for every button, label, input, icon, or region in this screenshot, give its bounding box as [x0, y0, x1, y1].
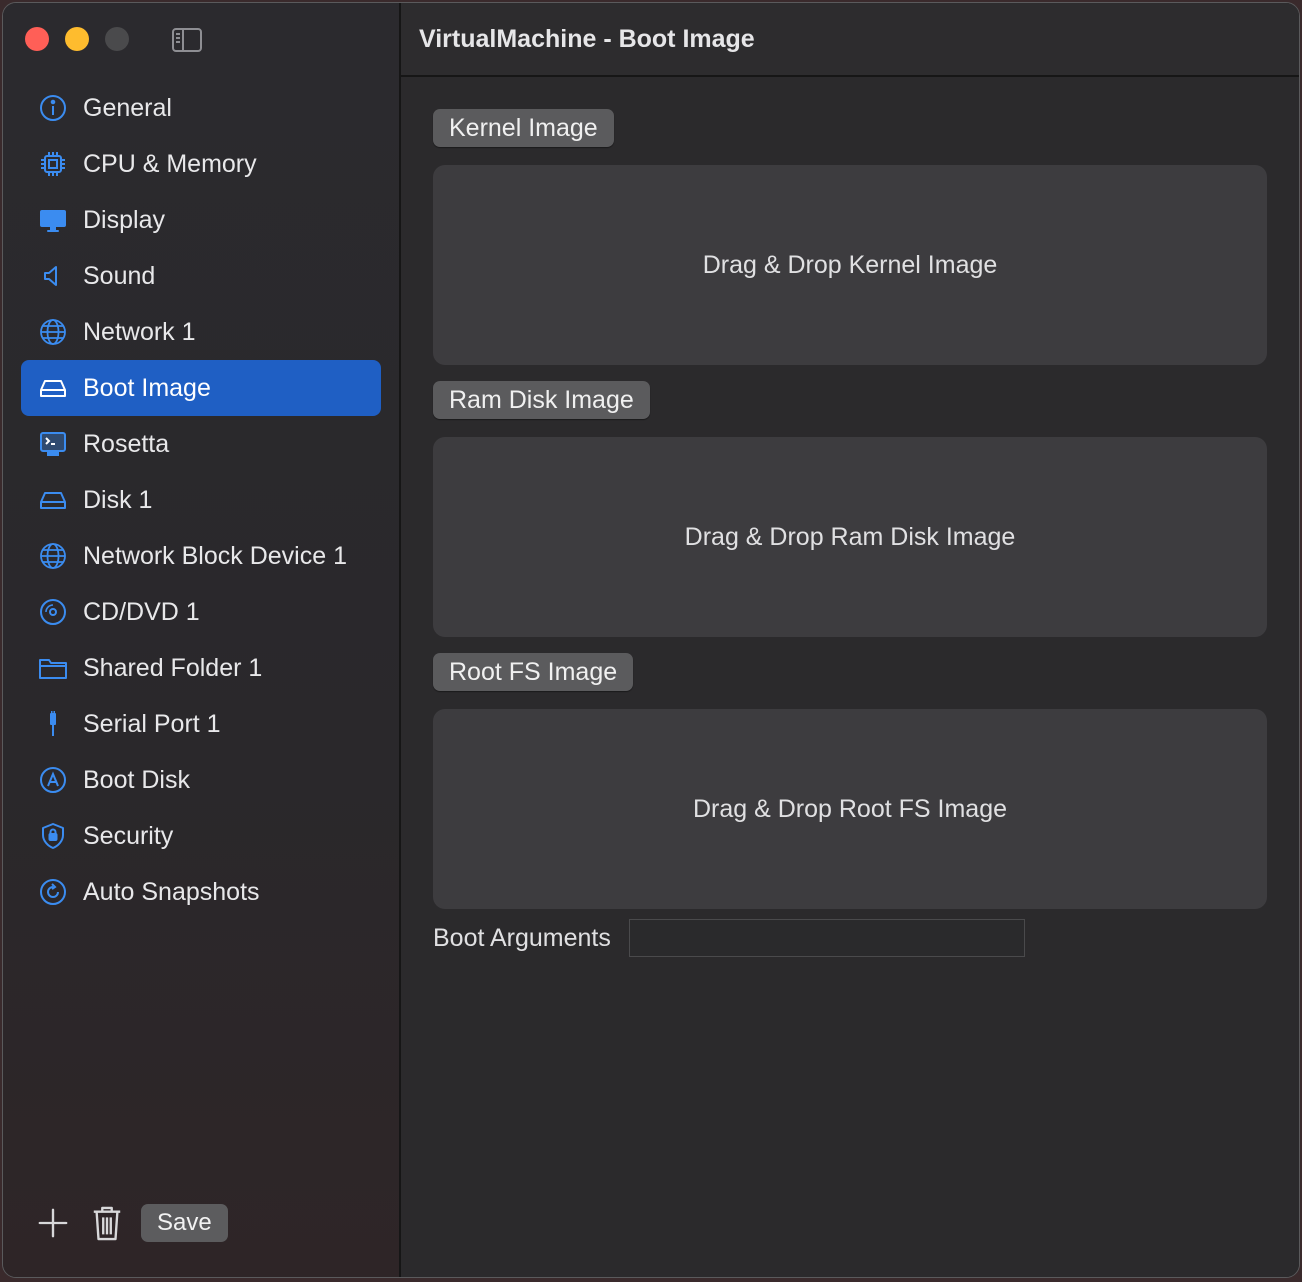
- boot-disk-icon: [37, 764, 69, 796]
- shield-icon: [37, 820, 69, 852]
- sidebar-item-label: Network Block Device 1: [83, 541, 347, 570]
- snapshot-icon: [37, 876, 69, 908]
- boot-image-content: Kernel Image Drag & Drop Kernel Image Ra…: [433, 109, 1267, 957]
- display-icon: [37, 204, 69, 236]
- sidebar-item-label: Rosetta: [83, 429, 170, 458]
- root-fs-image-button[interactable]: Root FS Image: [433, 653, 634, 691]
- sidebar-item-label: General: [83, 93, 172, 122]
- boot-arguments-input[interactable]: [628, 919, 1025, 957]
- sidebar-item-serial-port-1[interactable]: Serial Port 1: [21, 696, 381, 752]
- dropzone-text: Drag & Drop Ram Disk Image: [684, 522, 1016, 551]
- window-title: VirtualMachine - Boot Image: [419, 24, 755, 53]
- sidebar-item-label: Display: [83, 205, 165, 234]
- main-panel: VirtualMachine - Boot Image Kernel Image…: [401, 3, 1299, 1277]
- drive-icon: [37, 484, 69, 516]
- save-button[interactable]: Save: [141, 1204, 228, 1242]
- ram-disk-image-dropzone[interactable]: Drag & Drop Ram Disk Image: [433, 437, 1267, 637]
- ram-disk-image-section: Ram Disk Image Drag & Drop Ram Disk Imag…: [433, 381, 1267, 637]
- dropzone-text: Drag & Drop Kernel Image: [702, 250, 998, 279]
- sidebar-item-display[interactable]: Display: [21, 192, 381, 248]
- sidebar-item-network-block-device-1[interactable]: Network Block Device 1: [21, 528, 381, 584]
- sidebar-item-label: Auto Snapshots: [83, 877, 260, 906]
- sidebar-item-label: Disk 1: [83, 485, 153, 514]
- globe-icon: [37, 316, 69, 348]
- sidebar-item-label: Security: [83, 821, 174, 850]
- close-window-button[interactable]: [25, 27, 49, 51]
- kernel-image-section: Kernel Image Drag & Drop Kernel Image: [433, 109, 1267, 365]
- sidebar-item-sound[interactable]: Sound: [21, 248, 381, 304]
- sidebar-item-label: Serial Port 1: [83, 709, 221, 738]
- terminal-display-icon: [37, 428, 69, 460]
- zoom-window-button[interactable]: [105, 27, 129, 51]
- globe-icon: [37, 540, 69, 572]
- kernel-image-dropzone[interactable]: Drag & Drop Kernel Image: [433, 165, 1267, 365]
- boot-arguments-label: Boot Arguments: [433, 923, 611, 952]
- sidebar-item-security[interactable]: Security: [21, 808, 381, 864]
- sidebar-item-shared-folder-1[interactable]: Shared Folder 1: [21, 640, 381, 696]
- dropzone-text: Drag & Drop Root FS Image: [692, 794, 1007, 823]
- kernel-image-button[interactable]: Kernel Image: [433, 109, 614, 147]
- sidebar-item-boot-image[interactable]: Boot Image: [21, 360, 381, 416]
- sidebar-item-label: Boot Disk: [83, 765, 190, 794]
- sidebar-item-boot-disk[interactable]: Boot Disk: [21, 752, 381, 808]
- sidebar-item-label: CD/DVD 1: [83, 597, 200, 626]
- sidebar-toggle-icon[interactable]: [171, 27, 203, 53]
- minimize-window-button[interactable]: [65, 27, 89, 51]
- app-window: General CPU & Memory Display Sound Netwo…: [2, 2, 1300, 1278]
- sidebar-item-network-1[interactable]: Network 1: [21, 304, 381, 360]
- ram-disk-image-button[interactable]: Ram Disk Image: [433, 381, 650, 419]
- disc-icon: [37, 596, 69, 628]
- root-fs-image-dropzone[interactable]: Drag & Drop Root FS Image: [433, 709, 1267, 909]
- sidebar-item-cd-dvd-1[interactable]: CD/DVD 1: [21, 584, 381, 640]
- boot-arguments-row: Boot Arguments: [433, 919, 1267, 957]
- sidebar-item-cpu-memory[interactable]: CPU & Memory: [21, 136, 381, 192]
- sidebar-nav: General CPU & Memory Display Sound Netwo…: [21, 80, 381, 920]
- sidebar-item-general[interactable]: General: [21, 80, 381, 136]
- drive-icon: [37, 372, 69, 404]
- sidebar-item-label: Shared Folder 1: [83, 653, 263, 682]
- sidebar-item-rosetta[interactable]: Rosetta: [21, 416, 381, 472]
- sidebar-item-label: CPU & Memory: [83, 149, 257, 178]
- cpu-icon: [37, 148, 69, 180]
- info-icon: [37, 92, 69, 124]
- plus-icon[interactable]: [33, 1201, 73, 1245]
- root-fs-image-section: Root FS Image Drag & Drop Root FS Image: [433, 653, 1267, 909]
- sidebar-item-disk-1[interactable]: Disk 1: [21, 472, 381, 528]
- sidebar-item-label: Sound: [83, 261, 156, 290]
- sidebar-item-label: Network 1: [83, 317, 196, 346]
- sidebar: General CPU & Memory Display Sound Netwo…: [3, 3, 401, 1277]
- sidebar-footer: Save: [33, 1201, 228, 1245]
- cable-icon: [37, 708, 69, 740]
- folder-icon: [37, 652, 69, 684]
- speaker-icon: [37, 260, 69, 292]
- trash-icon[interactable]: [87, 1201, 127, 1245]
- sidebar-item-auto-snapshots[interactable]: Auto Snapshots: [21, 864, 381, 920]
- title-bar: VirtualMachine - Boot Image: [401, 3, 1299, 77]
- sidebar-item-label: Boot Image: [83, 373, 211, 402]
